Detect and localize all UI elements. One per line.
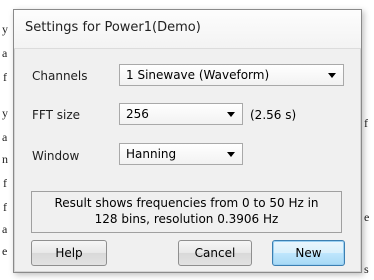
new-button[interactable]: New — [272, 240, 345, 266]
channels-select[interactable]: 1 Sinewave (Waveform) — [119, 64, 344, 86]
settings-dialog: Settings for Power1(Demo) Channels 1 Sin… — [13, 9, 362, 273]
result-info-line-2: 128 bins, resolution 0.3906 Hz — [94, 212, 279, 226]
help-button[interactable]: Help — [31, 240, 107, 266]
background-text-fragment: a — [2, 130, 8, 144]
background-text-fragment: e — [364, 210, 370, 224]
background-text-fragment: a — [2, 222, 8, 236]
background-text-fragment: f — [364, 116, 368, 130]
background-text-fragment: n — [2, 152, 8, 166]
window-select-value: Hanning — [126, 147, 177, 161]
result-info-box: Result shows frequencies from 0 to 50 Hz… — [31, 191, 342, 233]
background-text-fragment: f — [3, 70, 7, 84]
background-text-fragment: a — [2, 46, 8, 60]
dialog-title: Settings for Power1(Demo) — [25, 20, 201, 35]
chevron-down-icon — [227, 152, 235, 157]
window-select[interactable]: Hanning — [119, 143, 243, 165]
chevron-down-icon — [328, 73, 336, 78]
fft-size-select[interactable]: 256 — [119, 103, 243, 125]
title-bar[interactable]: Settings for Power1(Demo) — [14, 10, 361, 49]
background-text-fragment: y — [2, 22, 8, 36]
background-text-fragment: f — [3, 176, 7, 190]
background-text-fragment: y — [2, 106, 8, 120]
result-info-line-1: Result shows frequencies from 0 to 50 Hz… — [54, 196, 319, 210]
fft-size-label: FFT size — [32, 108, 81, 122]
background-text-fragment: f — [3, 200, 7, 214]
chevron-down-icon — [227, 112, 235, 117]
channels-select-value: 1 Sinewave (Waveform) — [126, 68, 270, 82]
cancel-button[interactable]: Cancel — [178, 240, 252, 266]
fft-duration-text: (2.56 s) — [250, 108, 297, 122]
fft-size-select-value: 256 — [126, 107, 149, 121]
background-text-fragment: s — [364, 262, 369, 276]
window-label: Window — [32, 149, 80, 163]
channels-label: Channels — [32, 69, 88, 83]
background-text-fragment: e — [2, 244, 8, 258]
